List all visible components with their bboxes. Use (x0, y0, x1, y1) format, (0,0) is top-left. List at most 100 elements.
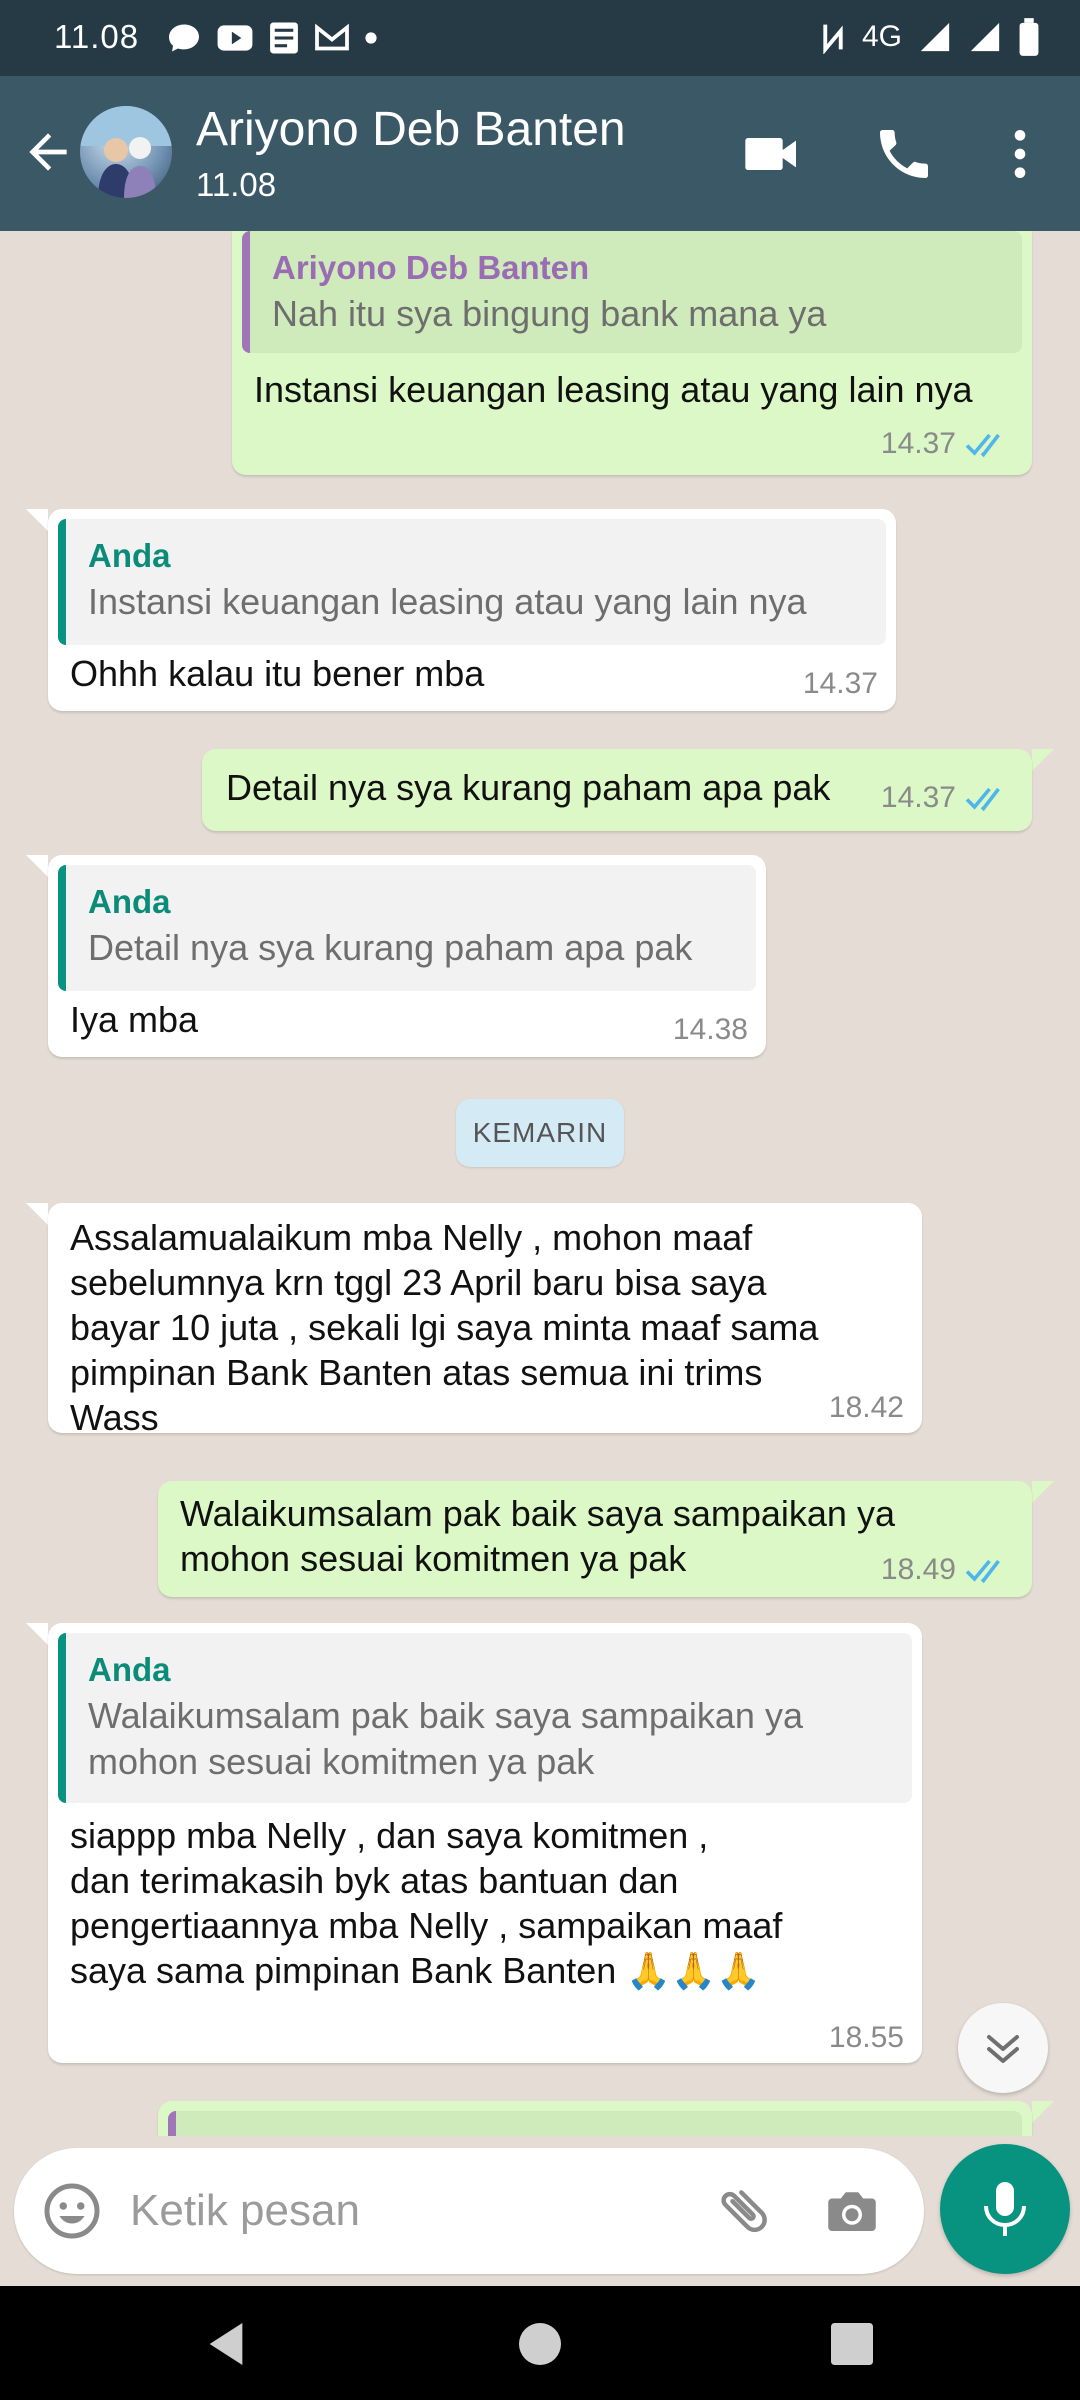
read-receipt-icon (965, 433, 1000, 457)
message-line: pengertiaannya mba Nelly , sampaikan maa… (70, 1905, 783, 1946)
message-time: 14.37 (880, 427, 956, 460)
message-line: pimpinan Bank Banten atas semua ini trim… (70, 1352, 763, 1393)
contact-last-seen: 11.08 (196, 166, 277, 203)
quoted-message[interactable]: Anda Detail nya sya kurang paham apa pak (58, 865, 756, 991)
youtube-icon (217, 25, 253, 51)
system-navigation-bar (0, 2286, 1080, 2400)
message-time: 18.49 (880, 1553, 956, 1586)
voice-call-icon[interactable] (872, 122, 936, 186)
bubble-tail (1032, 749, 1054, 771)
status-bar: 11.08 4G (0, 0, 1080, 76)
read-receipt-icon (965, 1559, 1000, 1583)
voice-message-button[interactable] (940, 2144, 1070, 2274)
quoted-sender: Anda (88, 1651, 171, 1688)
emoji-icon[interactable] (42, 2181, 102, 2241)
quoted-message[interactable]: Anda Walaikumsalam pak baik saya sampaik… (58, 1633, 912, 1803)
back-arrow-icon[interactable] (20, 124, 76, 180)
signal-icon-2 (970, 22, 1000, 52)
quoted-text: Detail nya sya kurang paham apa pak (88, 927, 693, 968)
message-bubble-outgoing[interactable]: Detail nya sya kurang paham apa pak 14.3… (202, 749, 1032, 831)
nav-back-icon[interactable] (196, 2316, 256, 2372)
quoted-sender: Ariyono Deb Banten (272, 249, 590, 286)
more-notifications-dot-icon (365, 32, 377, 44)
message-meta: 14.37 (881, 421, 1012, 466)
message-bubble-incoming[interactable]: Anda Walaikumsalam pak baik saya sampaik… (48, 1623, 922, 2063)
message-meta: 18.49 (881, 1547, 1012, 1592)
message-bubble-outgoing[interactable]: Walaikumsalam pak baik saya sampaikan ya… (158, 1481, 1032, 1597)
bubble-tail (26, 509, 48, 531)
read-receipt-icon (965, 787, 1000, 811)
signal-icon (920, 22, 950, 52)
quoted-text: Nah itu sya bingung bank mana ya (272, 293, 827, 334)
message-list[interactable]: Ariyono Deb Banten Nah itu sya bingung b… (0, 231, 1080, 2136)
gmail-icon (315, 23, 349, 51)
message-text: Instansi keuangan leasing atau yang lain… (254, 369, 973, 410)
nfc-icon (823, 24, 843, 54)
status-time: 11.08 (54, 18, 140, 55)
microphone-icon (984, 2182, 1026, 2236)
more-options-icon[interactable] (988, 122, 1052, 186)
quoted-message[interactable]: Ariyono Deb Banten Nah itu sya bingung b… (242, 231, 1022, 353)
system-icons: 4G (820, 18, 1040, 56)
message-line: Walaikumsalam pak baik saya sampaikan ya (180, 1493, 895, 1534)
quoted-line: mohon sesuai komitmen ya pak (88, 1741, 595, 1782)
date-divider: KEMARIN (456, 1099, 624, 1167)
message-time: 14.37 (802, 667, 878, 700)
message-text: Iya mba (70, 999, 199, 1040)
quoted-sender: Anda (88, 537, 171, 574)
quoted-message[interactable] (168, 2111, 1022, 2136)
message-bubble-incoming[interactable]: Assalamualaikum mba Nelly , mohon maaf s… (48, 1203, 922, 1438)
contact-name[interactable]: Ariyono Deb Banten (196, 102, 626, 157)
message-time: 18.42 (828, 1391, 904, 1424)
bank-app-icon (270, 22, 298, 54)
message-bubble-outgoing-partial[interactable] (158, 2101, 1032, 2136)
bubble-tail (1032, 2101, 1054, 2123)
network-type: 4G (861, 20, 902, 53)
message-line: saya sama pimpinan Bank Banten 🙏🙏🙏 (70, 1950, 761, 1991)
quoted-message[interactable]: Anda Instansi keuangan leasing atau yang… (58, 519, 886, 645)
chat-notification-icon (169, 24, 199, 52)
video-call-icon[interactable] (740, 122, 804, 186)
message-text: Walaikumsalam pak baik saya sampaikan ya… (180, 1491, 895, 1581)
message-line: Assalamualaikum mba Nelly , mohon maaf (70, 1217, 753, 1258)
message-meta: 14.37 (803, 661, 878, 706)
message-text: Ohhh kalau itu bener mba (70, 653, 485, 694)
attach-icon[interactable] (714, 2181, 774, 2241)
battery-icon (1019, 18, 1039, 56)
nav-home-icon[interactable] (510, 2316, 570, 2372)
message-meta: 18.42 (829, 1385, 904, 1430)
bubble-tail (1032, 1481, 1054, 1503)
message-meta: 18.55 (829, 2015, 904, 2060)
quoted-text: Instansi keuangan leasing atau yang lain… (88, 581, 807, 622)
message-line: mohon sesuai komitmen ya pak (180, 1538, 687, 1579)
message-line: dan terimakasih byk atas bantuan dan (70, 1860, 679, 1901)
message-line: Wass (70, 1397, 159, 1438)
bubble-tail (26, 855, 48, 877)
quoted-line: Walaikumsalam pak baik saya sampaikan ya (88, 1695, 803, 1736)
message-bubble-outgoing[interactable]: Ariyono Deb Banten Nah itu sya bingung b… (232, 231, 1032, 475)
message-time: 14.38 (672, 1013, 748, 1046)
message-meta: 14.37 (881, 775, 1012, 820)
scroll-to-bottom-button[interactable] (958, 2003, 1048, 2093)
contact-avatar[interactable] (80, 106, 172, 198)
bubble-tail (26, 1623, 48, 1645)
message-line: bayar 10 juta , sekali lgi saya minta ma… (70, 1307, 819, 1348)
composer-bar (0, 2136, 1080, 2286)
avatar-photo-icon (80, 106, 172, 198)
message-meta: 14.38 (673, 1007, 748, 1052)
message-text: Assalamualaikum mba Nelly , mohon maaf s… (70, 1215, 818, 1440)
message-time: 18.55 (828, 2021, 904, 2054)
bubble-tail (26, 1203, 48, 1225)
message-bubble-incoming[interactable]: Anda Instansi keuangan leasing atau yang… (48, 509, 896, 711)
message-input[interactable] (130, 2178, 690, 2244)
nav-recents-icon[interactable] (822, 2316, 882, 2372)
message-composer (14, 2148, 924, 2274)
message-text: siappp mba Nelly , dan saya komitmen , d… (70, 1813, 782, 1993)
message-bubble-incoming[interactable]: Anda Detail nya sya kurang paham apa pak… (48, 855, 766, 1057)
camera-icon[interactable] (822, 2181, 882, 2241)
notification-icons (166, 20, 378, 56)
quoted-sender: Anda (88, 883, 171, 920)
message-time: 14.37 (880, 781, 956, 814)
double-chevron-down-icon (987, 2035, 1019, 2063)
chat-header: Ariyono Deb Banten 11.08 (0, 76, 1080, 231)
